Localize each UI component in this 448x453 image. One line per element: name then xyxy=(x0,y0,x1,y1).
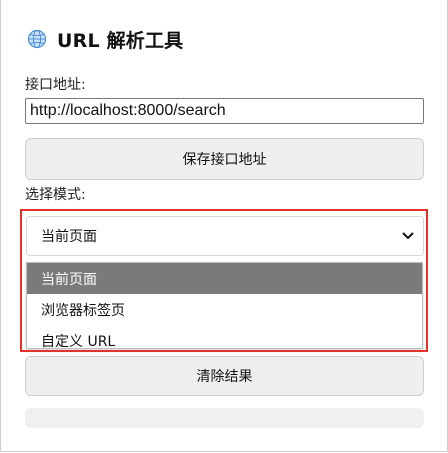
endpoint-label: 接口地址: xyxy=(25,77,86,93)
mode-select[interactable]: 当前页面 xyxy=(26,216,424,256)
clear-results-button[interactable]: 清除结果 xyxy=(25,356,424,396)
extension-popup: URL 解析工具 接口地址: http://localhost:8000/sea… xyxy=(0,0,448,452)
save-endpoint-button[interactable]: 保存接口地址 xyxy=(25,138,424,180)
mode-option-current-page[interactable]: 当前页面 xyxy=(27,263,422,294)
mode-dropdown-list: 当前页面 浏览器标签页 自定义 URL xyxy=(26,262,423,349)
save-endpoint-button-label: 保存接口地址 xyxy=(182,152,267,168)
results-area xyxy=(25,408,424,428)
mode-label: 选择模式: xyxy=(25,187,86,203)
page-title: URL 解析工具 xyxy=(57,29,184,52)
chevron-down-icon xyxy=(401,229,415,243)
mode-option-custom-url[interactable]: 自定义 URL xyxy=(27,325,422,348)
endpoint-url-input[interactable]: http://localhost:8000/search xyxy=(25,98,424,124)
clear-results-button-label: 清除结果 xyxy=(196,369,253,385)
mode-select-value: 当前页面 xyxy=(41,229,97,245)
mode-option-browser-tabs[interactable]: 浏览器标签页 xyxy=(27,294,422,325)
globe-icon xyxy=(27,29,47,49)
header: URL 解析工具 xyxy=(27,27,184,52)
